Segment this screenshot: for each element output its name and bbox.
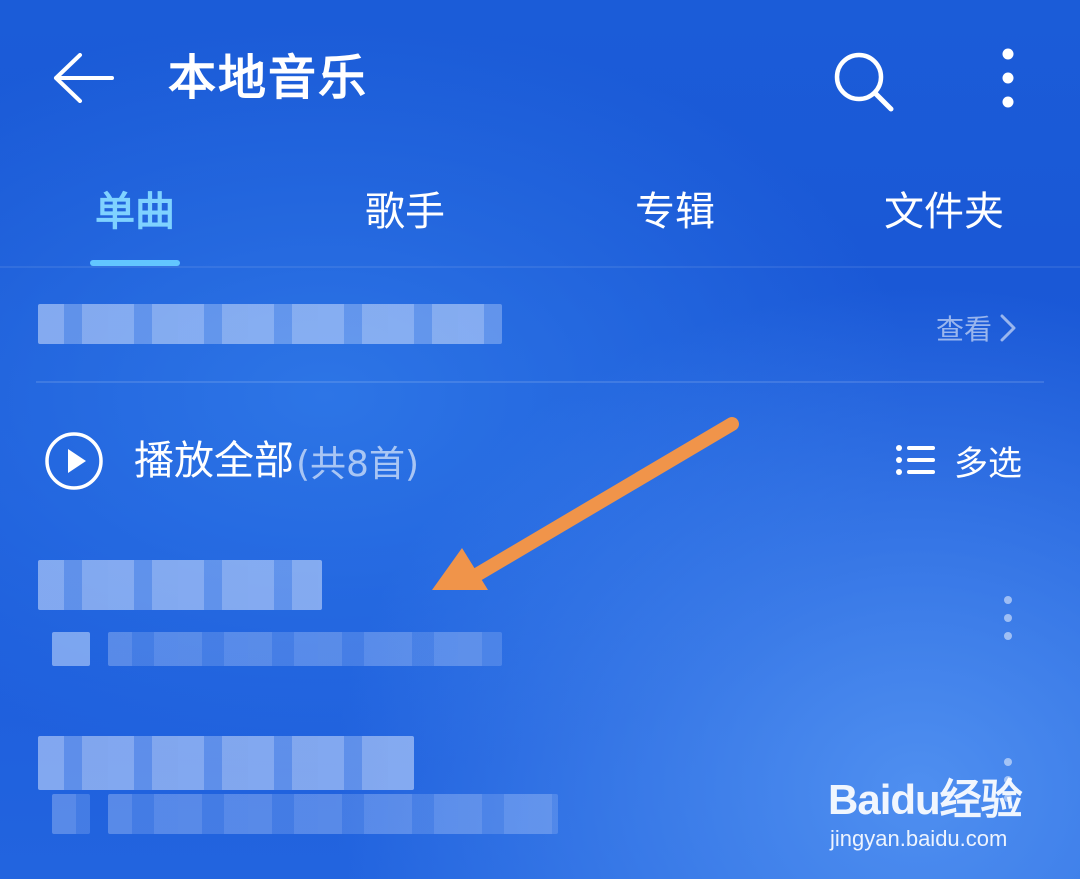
baidu-jingyan-watermark: Baidu经验 jingyan.baidu.com bbox=[828, 766, 1028, 862]
annotation-arrow-icon bbox=[432, 417, 739, 590]
watermark-url: jingyan.baidu.com bbox=[830, 826, 1008, 851]
watermark-logo: Baidu经验 bbox=[828, 776, 1023, 823]
